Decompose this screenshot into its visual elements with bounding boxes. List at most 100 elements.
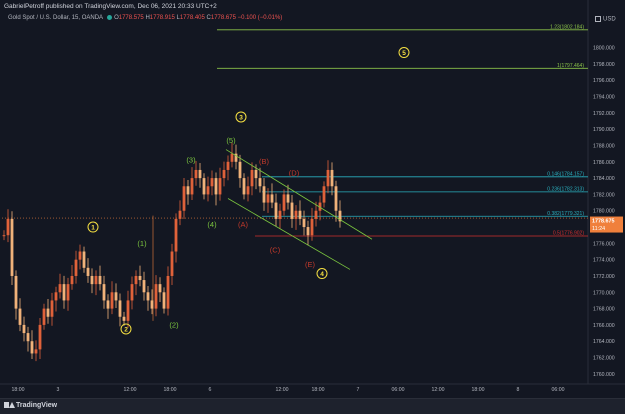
fib-level-label: 1(1797.464) — [557, 63, 584, 69]
candle-body — [326, 169, 330, 187]
candle-body — [282, 194, 286, 211]
candle-body — [42, 308, 46, 325]
fib-level-label: 0.382(1779.321) — [547, 211, 584, 217]
candle-body — [90, 275, 94, 285]
candle-body — [94, 275, 98, 285]
candle-body — [26, 333, 30, 342]
fib-level-label: 1.23(1802.184) — [550, 24, 584, 30]
fib-level-label: 0.236(1782.313) — [547, 186, 584, 192]
candle-body — [82, 251, 86, 268]
candle-body — [50, 300, 54, 317]
open-value: 1778.575 — [118, 15, 144, 22]
channel-lower-line — [227, 198, 351, 270]
time-tick-label: 12:00 — [124, 387, 137, 393]
wave-label: (4) — [207, 220, 217, 229]
price-tick-label: 1790.000 — [593, 127, 615, 133]
candle-body — [166, 275, 170, 309]
candle-body — [6, 218, 10, 236]
candle-body — [182, 186, 186, 211]
wave-label: 1 — [91, 224, 95, 231]
price-tick-label: 1772.000 — [593, 274, 615, 280]
candle-body — [118, 300, 122, 317]
price-tick-label: 1760.000 — [593, 372, 615, 378]
high-value: 1778.915 — [149, 15, 175, 22]
candle-body — [226, 161, 230, 170]
candle-body — [34, 349, 38, 354]
candle-body — [62, 284, 66, 301]
candle-body — [206, 186, 210, 195]
candle-body — [198, 169, 202, 179]
candle-body — [134, 275, 138, 285]
current-price-label: 1778.675 — [592, 219, 614, 225]
candle-body — [86, 267, 90, 276]
chart-root[interactable]: 1760.000 1762.000 1764.000 1766.000 1768.000… — [0, 0, 625, 414]
candle-body — [170, 251, 174, 276]
price-tick-label: 1766.000 — [593, 323, 615, 329]
candle-body — [158, 284, 162, 293]
price-tick-label: 1798.000 — [593, 62, 615, 68]
candle-body — [298, 210, 302, 219]
tradingview-logo[interactable]: TradingView — [4, 401, 57, 409]
close-value: 1778.675 — [210, 15, 236, 22]
candle-body — [2, 235, 6, 237]
price-tick-label: 1788.000 — [593, 143, 615, 149]
currency-label[interactable]: USD — [595, 16, 616, 23]
candle-body — [278, 210, 282, 219]
price-tick-label: 1782.000 — [593, 192, 615, 198]
candle-body — [314, 210, 318, 219]
candle-body — [294, 210, 298, 219]
candle-body — [122, 316, 126, 321]
candle-body — [238, 161, 242, 179]
candle-body — [14, 275, 18, 309]
candle-body — [306, 227, 310, 236]
price-tick-label: 1776.000 — [593, 241, 615, 247]
candle-body — [270, 194, 274, 203]
price-tick-label: 1764.000 — [593, 339, 615, 345]
candle-body — [178, 210, 182, 219]
candle-body — [258, 178, 262, 187]
price-tick-label: 1762.000 — [593, 356, 615, 362]
candle-body — [66, 284, 70, 301]
time-tick-label: 12:00 — [432, 387, 445, 393]
candle-body — [190, 178, 194, 195]
price-tick-label: 1794.000 — [593, 95, 615, 101]
price-tick-label: 1792.000 — [593, 111, 615, 117]
time-tick-label: 06:00 — [552, 387, 565, 393]
candle-body — [230, 153, 234, 162]
candle-body — [202, 178, 206, 195]
time-tick-label: 12:00 — [276, 387, 289, 393]
price-tick-label: 1774.000 — [593, 258, 615, 264]
price-tick-label: 1800.000 — [593, 46, 615, 52]
wave-label: (C) — [270, 245, 281, 254]
candle-body — [310, 218, 314, 236]
candle-body — [130, 284, 134, 301]
candle-body — [290, 202, 294, 219]
time-tick-label: 18:00 — [164, 387, 177, 393]
candle-body — [222, 169, 226, 179]
wave-label: 3 — [239, 114, 243, 121]
candle-body — [322, 186, 326, 203]
candle-body — [286, 194, 290, 203]
candle-body — [150, 300, 154, 309]
time-tick-label: 8 — [517, 387, 520, 393]
candle-body — [106, 300, 110, 309]
wave-label: (A) — [238, 220, 249, 229]
candle-body — [274, 202, 278, 219]
symbol-ohlc-line: Gold Spot / U.S. Dollar, 15, OANDA O1778… — [8, 15, 282, 21]
candle-body — [10, 218, 14, 276]
publisher-line: GabrielPetroff published on TradingView.… — [4, 3, 217, 10]
candle-body — [138, 275, 142, 281]
candle-body — [58, 284, 62, 293]
candle-body — [174, 218, 178, 252]
candle-body — [194, 169, 198, 179]
symbol-name[interactable]: Gold Spot / U.S. Dollar, 15, OANDA — [8, 15, 103, 21]
price-tick-label: 1780.000 — [593, 209, 615, 215]
candle-body — [154, 284, 158, 309]
candle-body — [126, 300, 130, 321]
tradingview-logo-icon — [4, 401, 15, 409]
wave-label: (D) — [289, 169, 300, 178]
price-chart[interactable]: 1760.000 1762.000 1764.000 1766.000 1768.000… — [0, 0, 625, 398]
time-tick-label: 6 — [209, 387, 212, 393]
candle-body — [218, 178, 222, 195]
footer-bar: TradingView — [0, 398, 625, 414]
